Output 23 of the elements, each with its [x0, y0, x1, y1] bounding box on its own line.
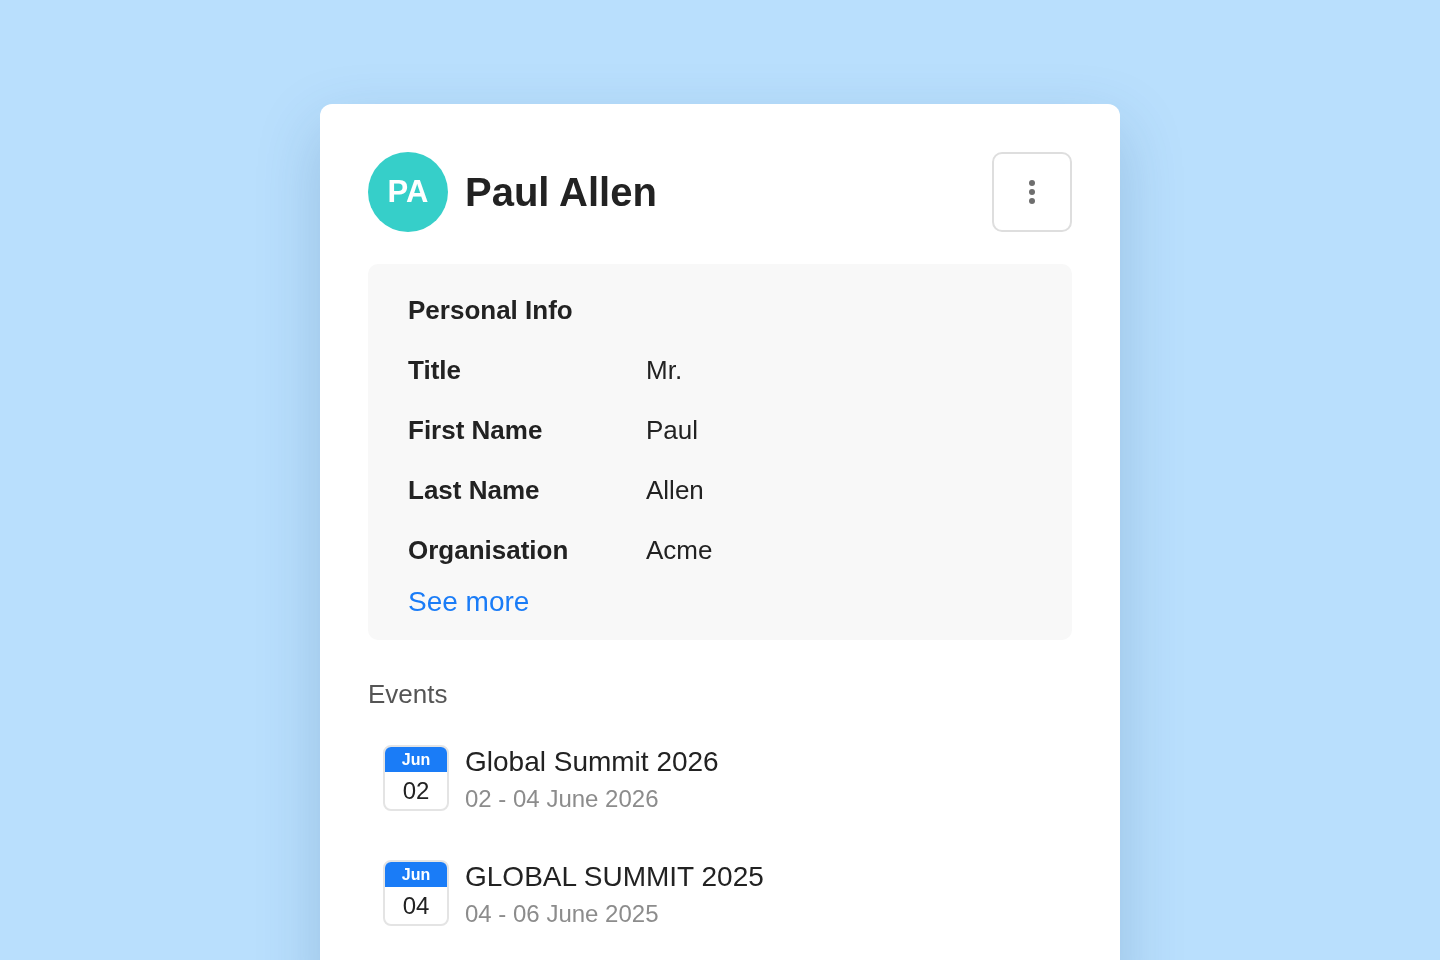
- field-label: Last Name: [408, 474, 541, 506]
- field-label: Organisation: [408, 534, 570, 566]
- event-month: Jun: [385, 862, 447, 887]
- event-dates: 02 - 04 June 2026: [465, 784, 660, 814]
- event-title: GLOBAL SUMMIT 2025: [465, 860, 764, 894]
- event-month: Jun: [385, 747, 447, 772]
- event-day: 02: [385, 772, 447, 809]
- event-title: Global Summit 2026: [465, 745, 719, 779]
- field-value: Paul: [646, 414, 699, 446]
- field-label: First Name: [408, 414, 544, 446]
- event-dates: 04 - 06 June 2025: [465, 899, 660, 929]
- event-day: 04: [385, 887, 447, 924]
- field-label: Title: [408, 354, 462, 386]
- events-heading: Events: [368, 678, 449, 710]
- field-value: Acme: [646, 534, 713, 566]
- more-icon: [1029, 180, 1035, 204]
- see-more-link[interactable]: See more: [408, 585, 530, 619]
- contact-name: Paul Allen: [465, 169, 657, 216]
- section-heading: Personal Info: [408, 294, 574, 326]
- avatar: PA: [368, 152, 448, 232]
- field-value: Mr.: [646, 354, 683, 386]
- more-button[interactable]: [992, 152, 1072, 232]
- field-value: Allen: [646, 474, 704, 506]
